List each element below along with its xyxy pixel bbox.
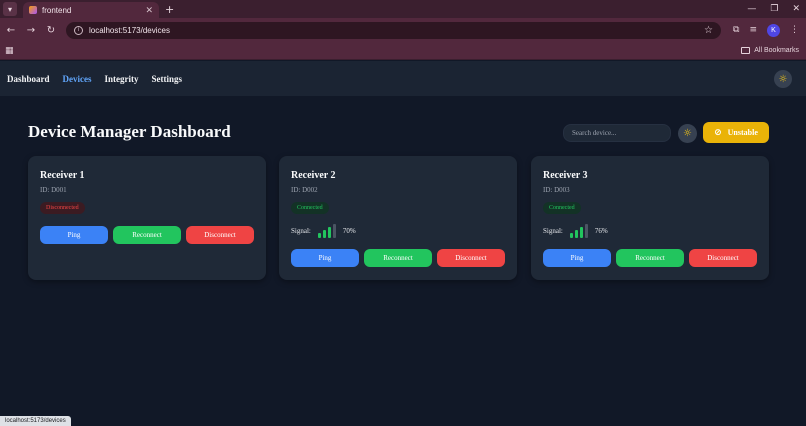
device-card: Receiver 3 ID: D003 Connected Signal: 76… bbox=[531, 156, 769, 280]
media-icon[interactable]: ≡ bbox=[749, 25, 757, 35]
all-bookmarks[interactable]: All Bookmarks bbox=[741, 47, 799, 54]
status-badge: Connected bbox=[543, 202, 581, 214]
signal-bar bbox=[322, 230, 326, 238]
device-card: Receiver 1 ID: D001 Disconnected Ping Re… bbox=[28, 156, 266, 280]
signal-bar bbox=[574, 230, 578, 238]
toolbar-icons: ⧉ ≡ K ⋮ bbox=[733, 23, 799, 37]
tab-title: frontend bbox=[42, 5, 72, 15]
signal-indicator: Signal: 76% bbox=[543, 224, 608, 238]
signal-indicator: Signal: 70% bbox=[291, 224, 356, 238]
menu-icon[interactable]: ⋮ bbox=[790, 25, 799, 35]
folder-icon bbox=[741, 47, 751, 54]
ping-button[interactable]: Ping bbox=[40, 226, 108, 244]
profile-avatar[interactable]: K bbox=[766, 23, 780, 37]
new-tab-icon[interactable]: + bbox=[165, 3, 174, 16]
unstable-button[interactable]: ⊘ Unstable bbox=[703, 122, 769, 143]
signal-value: 70% bbox=[342, 227, 356, 235]
reconnect-button[interactable]: Reconnect bbox=[113, 226, 181, 244]
signal-value: 76% bbox=[594, 227, 608, 235]
nav-integrity[interactable]: Integrity bbox=[105, 74, 139, 84]
app-navbar: Dashboard Devices Integrity Settings bbox=[0, 61, 806, 97]
restore-icon[interactable]: ❐ bbox=[770, 4, 778, 14]
reconnect-button[interactable]: Reconnect bbox=[616, 249, 684, 267]
reconnect-button[interactable]: Reconnect bbox=[364, 249, 432, 267]
nav-dashboard[interactable]: Dashboard bbox=[7, 74, 50, 84]
browser-tab[interactable]: frontend ✕ bbox=[23, 2, 159, 18]
signal-bar bbox=[317, 233, 321, 238]
tab-search-icon[interactable]: ▾ bbox=[3, 2, 17, 16]
device-name: Receiver 1 bbox=[40, 170, 85, 181]
signal-bar bbox=[584, 224, 588, 238]
browser-tabstrip: ▾ frontend ✕ + — ❐ ✕ bbox=[0, 0, 806, 18]
site-info-icon[interactable]: i bbox=[74, 25, 83, 35]
ping-button[interactable]: Ping bbox=[291, 249, 359, 267]
address-bar[interactable]: i localhost:5173/devices ☆ bbox=[66, 21, 721, 39]
minimize-icon[interactable]: — bbox=[747, 4, 756, 14]
device-name: Receiver 2 bbox=[291, 170, 336, 181]
reload-icon[interactable]: ↻ bbox=[42, 25, 60, 36]
nav-theme-toggle-sun-icon[interactable]: ☼ bbox=[774, 70, 792, 88]
status-badge: Connected bbox=[291, 202, 329, 214]
nav-devices[interactable]: Devices bbox=[63, 74, 92, 84]
disconnect-button[interactable]: Disconnect bbox=[437, 249, 505, 267]
theme-toggle-sun-icon[interactable]: ☼ bbox=[678, 124, 697, 143]
search-input[interactable] bbox=[563, 124, 671, 142]
status-badge: Disconnected bbox=[40, 202, 85, 214]
address-url[interactable]: localhost:5173/devices bbox=[89, 26, 704, 35]
bookmark-star-icon[interactable]: ☆ bbox=[704, 25, 713, 36]
signal-bar bbox=[332, 224, 336, 238]
signal-label: Signal: bbox=[291, 227, 311, 235]
disconnect-button[interactable]: Disconnect bbox=[689, 249, 757, 267]
device-id: ID: D002 bbox=[291, 186, 318, 194]
back-icon[interactable]: ← bbox=[2, 25, 20, 36]
page-title: Device Manager Dashboard bbox=[28, 122, 231, 141]
window-controls: — ❐ ✕ bbox=[747, 0, 800, 18]
close-tab-icon[interactable]: ✕ bbox=[145, 5, 153, 16]
ping-button[interactable]: Ping bbox=[543, 249, 611, 267]
wifi-off-icon: ⊘ bbox=[714, 127, 722, 138]
device-name: Receiver 3 bbox=[543, 170, 588, 181]
device-id: ID: D001 bbox=[40, 186, 67, 194]
unstable-label: Unstable bbox=[727, 128, 758, 137]
apps-grid-icon[interactable]: ▦ bbox=[5, 46, 14, 56]
close-window-icon[interactable]: ✕ bbox=[792, 4, 800, 14]
signal-bar bbox=[327, 227, 331, 238]
browser-toolbar: ← → ↻ i localhost:5173/devices ☆ ⧉ ≡ K ⋮ bbox=[0, 18, 806, 42]
signal-bars-icon bbox=[569, 224, 588, 238]
extensions-icon[interactable]: ⧉ bbox=[733, 25, 739, 35]
favicon-icon bbox=[29, 6, 37, 14]
status-url: localhost:5173/devices bbox=[0, 416, 71, 426]
device-id: ID: D003 bbox=[543, 186, 570, 194]
signal-label: Signal: bbox=[543, 227, 563, 235]
signal-bar bbox=[579, 227, 583, 238]
bookmarks-bar: ▦ All Bookmarks bbox=[0, 42, 806, 60]
disconnect-button[interactable]: Disconnect bbox=[186, 226, 254, 244]
signal-bars-icon bbox=[317, 224, 336, 238]
forward-icon[interactable]: → bbox=[22, 25, 40, 36]
device-card: Receiver 2 ID: D002 Connected Signal: 70… bbox=[279, 156, 517, 280]
all-bookmarks-label: All Bookmarks bbox=[754, 47, 799, 54]
nav-settings[interactable]: Settings bbox=[152, 74, 183, 84]
signal-bar bbox=[569, 233, 573, 238]
